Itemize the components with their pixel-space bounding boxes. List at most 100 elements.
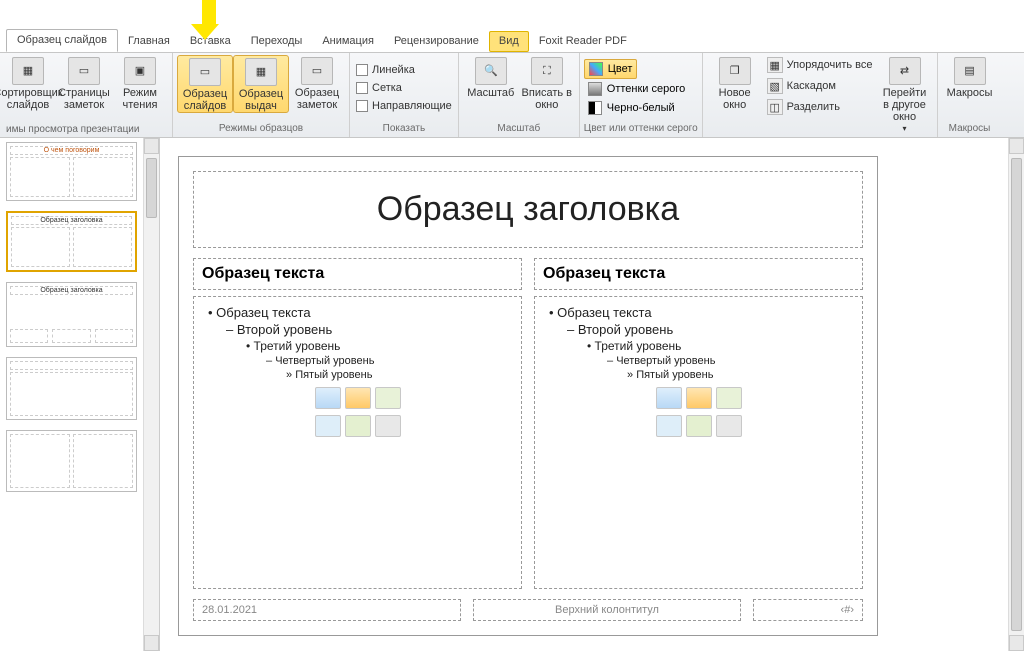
scroll-thumb[interactable] [146,158,157,218]
switch-windows-label: Перейти в другое окно [879,87,931,123]
split-button[interactable]: ◫Разделить [763,97,877,117]
macros-label: Макросы [947,87,993,99]
color-mode-button[interactable]: Цвет [584,59,638,79]
right-content-placeholder[interactable]: Образец текста Второй уровень Третий уро… [534,296,863,589]
bw-mode-label: Черно-белый [607,102,675,114]
zoom-button[interactable]: 🔍 Масштаб [463,55,519,99]
footer-placeholder[interactable]: Верхний колонтитул [473,599,741,621]
color-icon [589,62,603,76]
cascade-button[interactable]: ▧Каскадом [763,76,877,96]
macros-icon: ▤ [954,57,986,85]
right-subtitle-placeholder[interactable]: Образец текста [534,258,863,290]
bw-mode-button[interactable]: Черно-белый [584,99,679,117]
stage-scrollbar[interactable] [1008,138,1024,651]
insert-table-icon[interactable] [315,387,341,409]
title-placeholder[interactable]: Образец заголовка [193,171,863,248]
left-content-placeholder[interactable]: Образец текста Второй уровень Третий уро… [193,296,522,589]
insert-picture-icon[interactable] [315,415,341,437]
text-level-4: Четвертый уровень [266,355,513,367]
text-level-5: Пятый уровень [636,369,713,381]
scroll-up-button[interactable] [144,138,159,154]
guides-label: Направляющие [372,100,452,112]
insert-clipart-icon[interactable] [686,415,712,437]
insert-media-icon[interactable] [716,415,742,437]
scroll-up-button[interactable] [1009,138,1024,154]
layout-thumb-2[interactable]: Образец заголовка [6,211,137,272]
scroll-down-button[interactable] [144,635,159,651]
insert-chart-icon[interactable] [345,387,371,409]
left-subtitle-placeholder[interactable]: Образец текста [193,258,522,290]
layout-thumb-1[interactable]: О чем поговорим [6,142,137,201]
group-color: Цвет Оттенки серого Черно-белый Цвет или… [580,53,703,137]
tab-transitions[interactable]: Переходы [241,31,313,52]
new-window-button[interactable]: ❐ Новое окно [707,55,763,111]
insert-smartart-icon[interactable] [716,387,742,409]
ruler-checkbox[interactable]: Линейка [354,62,417,78]
layout-thumb-4[interactable] [6,357,137,420]
group-zoom-label: Масштаб [463,121,575,137]
group-show-label: Показать [354,121,454,137]
slide-canvas[interactable]: Образец заголовка Образец текста Образец… [178,156,878,636]
tab-animation[interactable]: Анимация [312,31,384,52]
guides-checkbox[interactable]: Направляющие [354,98,454,114]
thumbnail-list: О чем поговорим Образец заголовка Образе… [0,138,143,651]
content-placeholder-icons-row2 [202,415,513,437]
tab-review[interactable]: Рецензирование [384,31,489,52]
thumb-title: Образец заголовка [10,286,133,295]
group-macros: ▤ Макросы Макросы [938,53,1002,137]
grayscale-mode-label: Оттенки серого [607,83,685,95]
slide-master-label: Образец слайдов [180,88,230,112]
insert-smartart-icon[interactable] [375,387,401,409]
zoom-icon: 🔍 [475,57,507,85]
thumb-title: Образец заголовка [11,216,132,225]
slide-master-button[interactable]: ▭ Образец слайдов [177,55,233,113]
date-placeholder[interactable]: 28.01.2021 [193,599,461,621]
notes-master-button[interactable]: ▭ Образец заметок [289,55,345,111]
grayscale-icon [588,82,602,96]
scroll-down-button[interactable] [1009,635,1024,651]
notes-page-button[interactable]: ▭ Страницы заметок [56,55,112,111]
checkbox-icon [356,64,368,76]
thumbnail-scrollbar[interactable] [143,138,159,651]
text-level-4: Четвертый уровень [607,355,854,367]
fit-window-button[interactable]: ⛶ Вписать в окно [519,55,575,111]
main-area: О чем поговорим Образец заголовка Образе… [0,138,1024,651]
handout-master-button[interactable]: ▦ Образец выдач [233,55,289,113]
reading-view-button[interactable]: ▣ Режим чтения [112,55,168,111]
grid-checkbox[interactable]: Сетка [354,80,404,96]
layout-thumb-5[interactable] [6,430,137,492]
arrange-all-button[interactable]: ▦Упорядочить все [763,55,877,75]
insert-clipart-icon[interactable] [345,415,371,437]
tab-foxit[interactable]: Foxit Reader PDF [529,31,637,52]
group-zoom: 🔍 Масштаб ⛶ Вписать в окно Масштаб [459,53,580,137]
switch-windows-button[interactable]: ⇄ Перейти в другое окно ▾ [877,55,933,135]
insert-picture-icon[interactable] [656,415,682,437]
arrange-icon: ▦ [767,57,783,73]
insert-chart-icon[interactable] [686,387,712,409]
text-level-1: Образец текста [549,305,854,320]
scroll-thumb[interactable] [1011,158,1022,631]
layout-thumb-3[interactable]: Образец заголовка [6,282,137,347]
slide-sorter-button[interactable]: ▦ Сортировщик слайдов [0,55,56,111]
grayscale-mode-button[interactable]: Оттенки серого [584,80,689,98]
checkbox-icon [356,82,368,94]
slide-number-placeholder[interactable]: ‹#› [753,599,863,621]
slide-sorter-icon: ▦ [12,57,44,85]
text-level-3: Третий уровень [587,339,854,353]
annotation-arrow [198,0,219,40]
group-presentation-views-label: имы просмотра презентации [0,122,168,137]
ribbon-tabs: Образец слайдов Главная Вставка Переходы… [0,0,1024,52]
zoom-label: Масштаб [467,87,514,99]
macros-button[interactable]: ▤ Макросы [942,55,998,99]
ruler-label: Линейка [372,64,415,76]
split-icon: ◫ [767,99,783,115]
tab-home[interactable]: Главная [118,31,180,52]
tab-slide-master[interactable]: Образец слайдов [6,29,118,52]
content-placeholder-icons [202,387,513,409]
insert-media-icon[interactable] [375,415,401,437]
insert-table-icon[interactable] [656,387,682,409]
tab-view[interactable]: Вид [489,31,529,52]
chevron-down-icon: ▾ [903,123,907,135]
bw-icon [588,101,602,115]
new-window-icon: ❐ [719,57,751,85]
